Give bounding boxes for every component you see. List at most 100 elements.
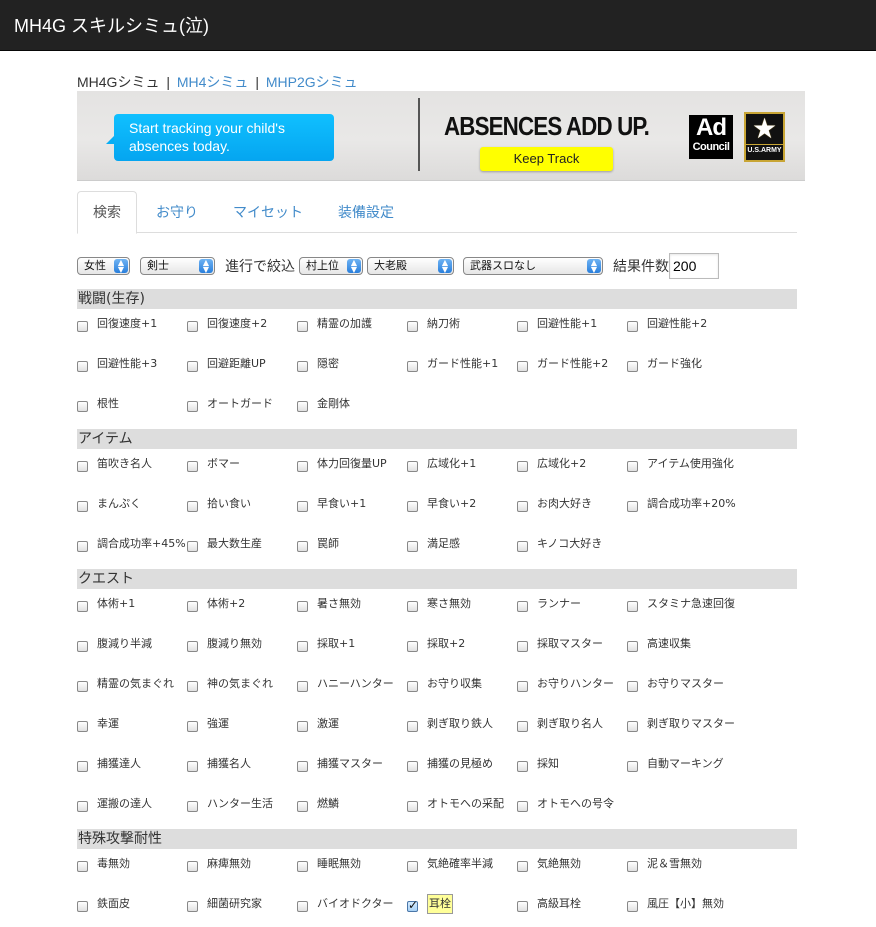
skill-option[interactable]: 幸運 (77, 715, 119, 733)
skill-option[interactable]: 風圧【小】無効 (627, 895, 724, 913)
skill-option[interactable]: 根性 (77, 395, 119, 413)
skill-option[interactable]: 隠密 (297, 355, 339, 373)
skill-option[interactable]: 高速収集 (627, 635, 691, 653)
skill-option[interactable]: ランナー (517, 595, 581, 613)
skill-option[interactable]: ガード性能+1 (407, 355, 498, 373)
skill-checkbox[interactable] (297, 800, 308, 812)
skill-checkbox[interactable] (187, 900, 198, 912)
skill-checkbox[interactable] (187, 860, 198, 872)
skill-checkbox[interactable] (627, 680, 638, 692)
skill-option[interactable]: 捕獲達人 (77, 755, 141, 773)
skill-option[interactable]: ハンター生活 (187, 795, 273, 813)
skill-option[interactable]: 納刀術 (407, 315, 460, 333)
progress-select[interactable]: 大老殿 ▲ ▼ (367, 257, 454, 275)
skill-checkbox[interactable] (627, 900, 638, 912)
skill-checkbox[interactable] (627, 360, 638, 372)
tab-my-sets[interactable]: マイセット (217, 191, 319, 233)
skill-option[interactable]: 早食い+2 (407, 495, 476, 513)
skill-option[interactable]: 罠師 (297, 535, 339, 553)
skill-checkbox[interactable] (187, 640, 198, 652)
skill-checkbox[interactable] (297, 360, 308, 372)
skill-checkbox[interactable] (187, 460, 198, 472)
skill-checkbox[interactable] (517, 640, 528, 652)
skill-option[interactable]: お肉大好き (517, 495, 592, 513)
skill-option[interactable]: 腹減り無効 (187, 635, 262, 653)
skill-option[interactable]: 捕獲の見極め (407, 755, 493, 773)
rank-select[interactable]: 村上位 ▲ ▼ (299, 257, 363, 275)
skill-checkbox[interactable] (517, 540, 528, 552)
gender-select[interactable]: 女性 ▲ ▼ (77, 257, 130, 275)
skill-checkbox[interactable] (517, 460, 528, 472)
skill-option[interactable]: 耳栓 (407, 894, 453, 914)
skill-checkbox[interactable] (407, 460, 418, 472)
skill-option[interactable]: 捕獲名人 (187, 755, 251, 773)
skill-option[interactable]: 体術+1 (77, 595, 135, 613)
skill-option[interactable]: 暑さ無効 (297, 595, 361, 613)
skill-option[interactable]: 気絶無効 (517, 855, 581, 873)
skill-option[interactable]: 体力回復量UP (297, 455, 387, 473)
skill-option[interactable]: ボマー (187, 455, 240, 473)
skill-option[interactable]: 燃鱗 (297, 795, 339, 813)
skill-option[interactable]: 回避性能+3 (77, 355, 157, 373)
skill-option[interactable]: ガード強化 (627, 355, 702, 373)
skill-option[interactable]: 剥ぎ取りマスター (627, 715, 735, 733)
skill-option[interactable]: 細菌研究家 (187, 895, 262, 913)
skill-checkbox[interactable] (77, 400, 88, 412)
skill-checkbox[interactable] (627, 500, 638, 512)
skill-option[interactable]: ハニーハンター (297, 675, 394, 693)
skill-checkbox[interactable] (187, 540, 198, 552)
skill-checkbox[interactable] (517, 800, 528, 812)
skill-option[interactable]: 広域化+1 (407, 455, 476, 473)
skill-checkbox[interactable] (77, 800, 88, 812)
skill-option[interactable]: キノコ大好き (517, 535, 602, 553)
skill-checkbox[interactable] (77, 500, 88, 512)
skill-checkbox[interactable] (187, 400, 198, 412)
skill-option[interactable]: 麻痺無効 (187, 855, 251, 873)
skill-checkbox[interactable] (517, 500, 528, 512)
skill-checkbox[interactable] (517, 720, 528, 732)
skill-option[interactable]: 回復速度+1 (77, 315, 157, 333)
skill-checkbox[interactable] (517, 680, 528, 692)
skill-checkbox[interactable] (77, 860, 88, 872)
skill-option[interactable]: スタミナ急速回復 (627, 595, 735, 613)
skill-option[interactable]: 調合成功率+45% (77, 535, 186, 553)
skill-checkbox[interactable] (407, 680, 418, 692)
skill-checkbox[interactable] (517, 900, 528, 912)
skill-option[interactable]: 精霊の加護 (297, 315, 372, 333)
skill-checkbox[interactable] (627, 640, 638, 652)
skill-checkbox[interactable] (407, 760, 418, 772)
skill-option[interactable]: 泥＆雪無効 (627, 855, 702, 873)
skill-option[interactable]: 精霊の気まぐれ (77, 675, 174, 693)
skill-checkbox[interactable] (77, 720, 88, 732)
skill-checkbox[interactable] (77, 540, 88, 552)
skill-checkbox[interactable] (407, 600, 418, 612)
skill-option[interactable]: 採取マスター (517, 635, 603, 653)
skill-option[interactable]: お守りハンター (517, 675, 614, 693)
skill-option[interactable]: お守り収集 (407, 675, 482, 693)
skill-option[interactable]: バイオドクター (297, 895, 394, 913)
skill-checkbox[interactable] (187, 600, 198, 612)
skill-checkbox[interactable] (187, 320, 198, 332)
app-title[interactable]: MH4G スキルシミュ(泣) (14, 12, 209, 38)
skill-option[interactable]: 満足感 (407, 535, 460, 553)
skill-checkbox[interactable] (77, 600, 88, 612)
ad-banner[interactable]: Start tracking your child's absences tod… (77, 91, 805, 181)
skill-checkbox[interactable] (517, 360, 528, 372)
skill-checkbox[interactable] (297, 720, 308, 732)
skill-checkbox[interactable] (517, 760, 528, 772)
skill-option[interactable]: まんぷく (77, 495, 141, 513)
skill-option[interactable]: 笛吹き名人 (77, 455, 152, 473)
skill-option[interactable]: 毒無効 (77, 855, 130, 873)
skill-checkbox[interactable] (627, 320, 638, 332)
skill-option[interactable]: 睡眠無効 (297, 855, 361, 873)
tab-search[interactable]: 検索 (77, 191, 137, 234)
tab-charms[interactable]: お守り (140, 191, 214, 233)
skill-checkbox[interactable] (627, 600, 638, 612)
skill-option[interactable]: オトモへの采配 (407, 795, 504, 813)
skill-checkbox[interactable] (297, 540, 308, 552)
skill-checkbox[interactable] (187, 800, 198, 812)
skill-option[interactable]: 調合成功率+20% (627, 495, 736, 513)
skill-checkbox[interactable] (187, 500, 198, 512)
skill-checkbox[interactable] (77, 680, 88, 692)
skill-option[interactable]: 体術+2 (187, 595, 245, 613)
